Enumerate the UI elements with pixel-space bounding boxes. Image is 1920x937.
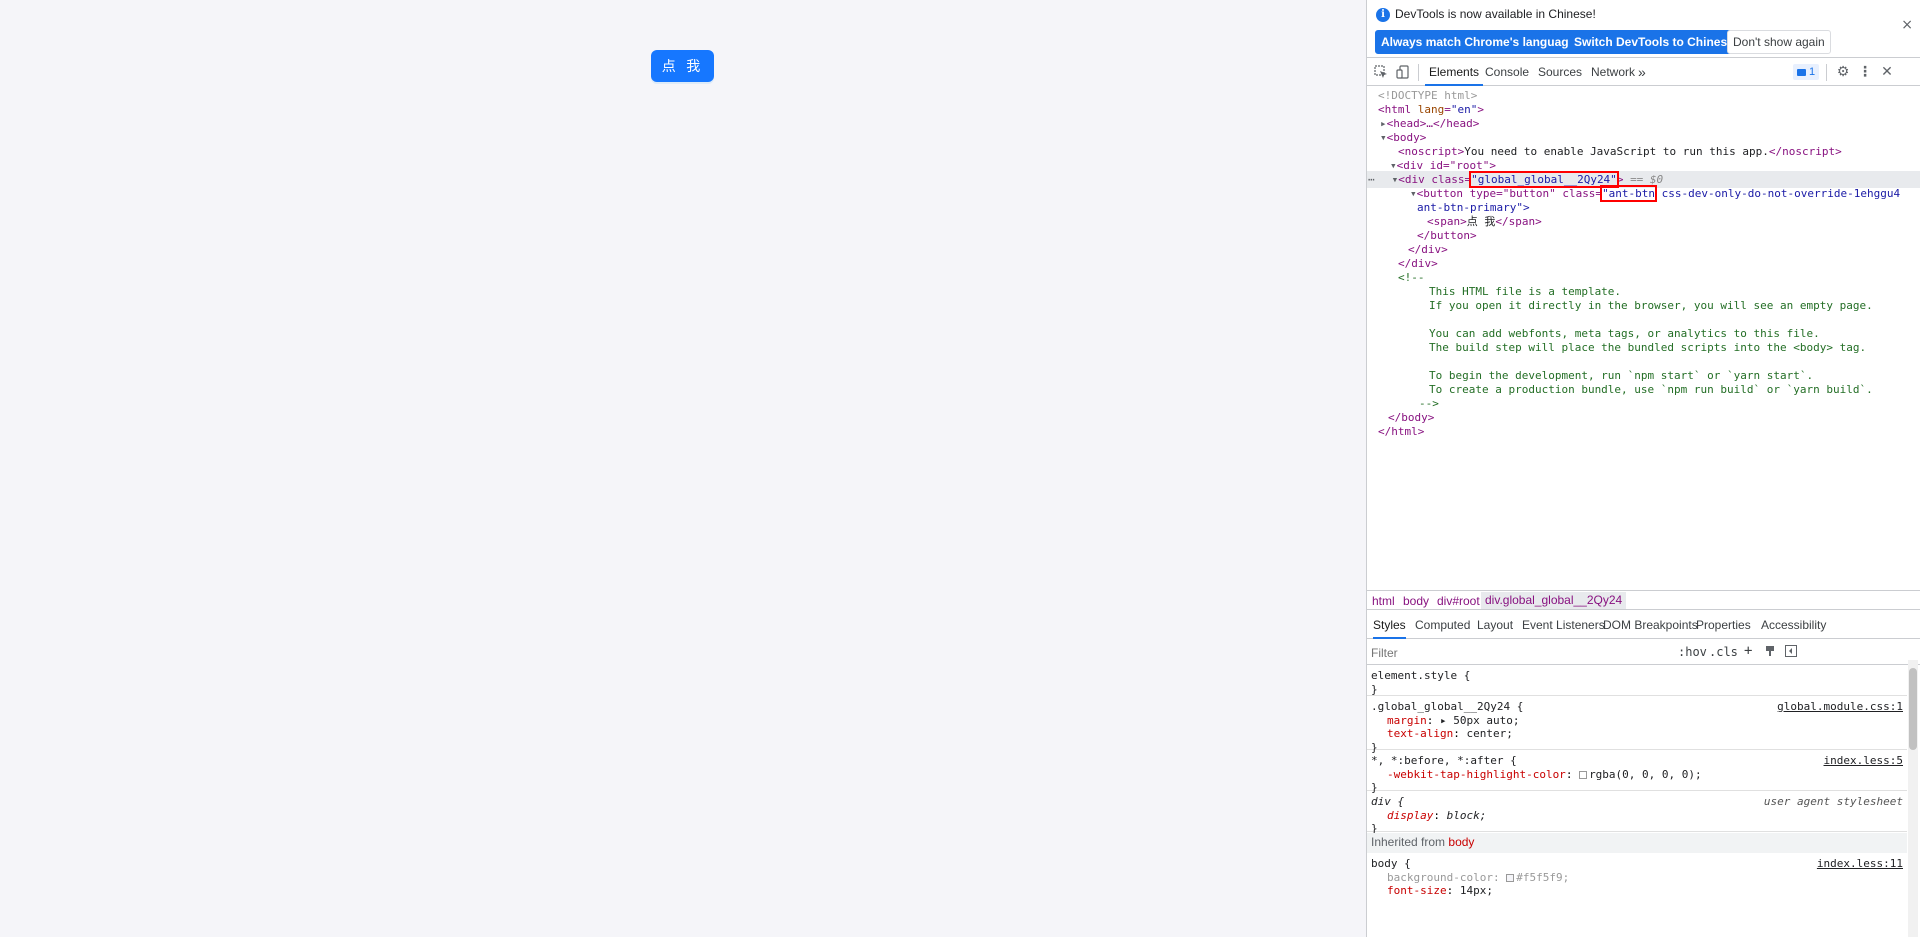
inherited-from-link[interactable]: body [1448, 835, 1474, 849]
always-match-language-button[interactable]: Always match Chrome's language [1375, 30, 1582, 54]
color-swatch-icon[interactable] [1506, 873, 1515, 882]
issues-icon [1797, 68, 1806, 76]
property-name: background-color [1387, 870, 1493, 884]
scrollbar-thumb[interactable] [1909, 668, 1917, 750]
close-devtools-icon[interactable]: ✕ [1880, 65, 1894, 79]
tab-network[interactable]: Network [1587, 59, 1639, 86]
tab-styles[interactable]: Styles [1373, 612, 1406, 639]
html-close-tag: </html> [1378, 425, 1425, 438]
more-tabs-icon[interactable]: » [1634, 59, 1650, 86]
switch-to-chinese-button[interactable]: Switch DevTools to Chinese [1568, 30, 1740, 54]
toolbar-divider [1826, 64, 1827, 81]
user-agent-rule[interactable]: div { user agent stylesheet display: bloc… [1367, 792, 1907, 835]
class-toggle[interactable]: .cls [1709, 645, 1738, 659]
tab-layout[interactable]: Layout [1477, 612, 1513, 639]
rule-selector: div { [1371, 795, 1405, 808]
rule-source-link[interactable]: index.less:5 [1824, 754, 1903, 768]
property-name: font-size [1387, 884, 1447, 897]
css-property[interactable]: text-align: center; [1371, 727, 1903, 741]
tab-event-listeners[interactable]: Event Listeners [1522, 612, 1605, 639]
close-icon[interactable]: × [1901, 17, 1913, 33]
comment-text: If you open it directly in the browser, … [1429, 299, 1873, 312]
rule-selector: *, *:before, *:after { [1371, 754, 1517, 767]
rule-selector: .global_global__2Qy24 { [1371, 700, 1524, 713]
css-property[interactable]: font-size: 14px; [1371, 884, 1903, 898]
tab-elements[interactable]: Elements [1425, 59, 1484, 86]
styles-filter-input[interactable] [1371, 643, 1671, 662]
tab-dom-breakpoints[interactable]: DOM Breakpoints [1603, 612, 1698, 639]
info-icon: i [1376, 8, 1390, 22]
click-me-button[interactable]: 点 我 [651, 50, 714, 82]
rule-selector: body { [1371, 857, 1411, 870]
body-rule[interactable]: body { index.less:11 background-color: #f… [1367, 854, 1907, 914]
paint-bucket-icon[interactable] [1764, 645, 1776, 660]
tab-properties[interactable]: Properties [1696, 612, 1751, 639]
hover-state-toggle[interactable]: :hov [1678, 645, 1707, 659]
devtools-panel: i DevTools is now available in Chinese! … [1366, 0, 1920, 937]
issues-count: 1 [1809, 66, 1816, 78]
add-rule-icon[interactable]: + [1744, 643, 1752, 659]
property-value: 14px; [1459, 884, 1493, 897]
dom-comment-line: The build step will place the bundled sc… [1367, 339, 1920, 356]
breadcrumb: html body div#root div.global_global__2Q… [1367, 590, 1920, 610]
css-property[interactable]: margin: ▸ 50px auto; [1371, 714, 1903, 728]
property-value: ▸ 50px auto; [1440, 713, 1520, 727]
styles-subtabs: Styles Computed Layout Event Listeners D… [1367, 612, 1920, 639]
tab-console[interactable]: Console [1481, 59, 1533, 86]
property-name: margin [1387, 713, 1427, 727]
property-name: display [1387, 808, 1434, 822]
css-property[interactable]: -webkit-tap-highlight-color: rgba(0, 0, … [1371, 768, 1903, 782]
universal-rule[interactable]: *, *:before, *:after { index.less:5 -webk… [1367, 751, 1907, 794]
css-property: display: block; [1387, 808, 1487, 822]
element-style-selector: element.style { [1371, 669, 1471, 682]
device-toolbar-icon[interactable] [1396, 65, 1410, 79]
settings-gear-icon[interactable]: ⚙ [1836, 65, 1850, 79]
property-value: #f5f5f9; [1516, 870, 1570, 884]
dom-line-html-close[interactable]: </html> [1367, 423, 1920, 440]
tab-sources[interactable]: Sources [1534, 59, 1586, 86]
banner-message: DevTools is now available in Chinese! [1395, 7, 1596, 21]
styles-pane: element.style { } .global_global__2Qy24 … [1367, 666, 1907, 937]
issues-badge[interactable]: 1 [1793, 64, 1820, 80]
styles-filter-bar: :hov .cls + [1367, 640, 1920, 665]
breadcrumb-html[interactable]: html [1372, 594, 1395, 608]
property-value: block; [1446, 808, 1487, 822]
property-value: center; [1466, 727, 1513, 740]
toggle-sidebar-icon[interactable] [1785, 645, 1797, 660]
property-name: text-align [1387, 727, 1454, 740]
css-property[interactable]: background-color: #f5f5f9; [1371, 871, 1903, 885]
breadcrumb-body[interactable]: body [1403, 594, 1429, 608]
toolbar-divider [1418, 64, 1419, 81]
tab-accessibility[interactable]: Accessibility [1761, 612, 1826, 639]
inherited-label: Inherited from [1371, 835, 1446, 849]
dom-tree: <!DOCTYPE html> <html lang="en"> ▸<head>… [1367, 87, 1920, 587]
property-name: -webkit-tap-highlight-color [1387, 767, 1566, 781]
more-options-icon[interactable]: ⋮ [1858, 65, 1872, 79]
close-brace: } [1371, 682, 1378, 696]
dom-comment-line: If you open it directly in the browser, … [1367, 297, 1920, 314]
breadcrumb-global-div[interactable]: div.global_global__2Qy24 [1481, 592, 1627, 609]
rule-source-label: user agent stylesheet [1763, 795, 1903, 808]
rule-source-link[interactable]: global.module.css:1 [1777, 700, 1903, 714]
breadcrumb-root[interactable]: div#root [1437, 594, 1480, 608]
devtools-toolbar: Elements Console Sources Network » 1 ⚙ ⋮… [1367, 59, 1920, 86]
language-banner: i DevTools is now available in Chinese! … [1367, 0, 1920, 58]
property-value: rgba(0, 0, 0, 0); [1589, 767, 1702, 781]
inspect-element-icon[interactable] [1374, 65, 1388, 79]
element-style-rule[interactable]: element.style { } [1367, 666, 1907, 696]
comment-text: The build step will place the bundled sc… [1429, 341, 1867, 354]
page-viewport: 点 我 [0, 0, 1366, 937]
inherited-header: Inherited from body [1367, 833, 1907, 853]
rule-source-link[interactable]: index.less:11 [1817, 857, 1903, 871]
dont-show-again-button[interactable]: Don't show again [1727, 30, 1831, 54]
tab-computed[interactable]: Computed [1415, 612, 1470, 639]
global-class-rule[interactable]: .global_global__2Qy24 { global.module.css… [1367, 697, 1907, 754]
styles-scrollbar[interactable] [1908, 660, 1918, 937]
color-swatch-icon[interactable] [1579, 770, 1588, 779]
